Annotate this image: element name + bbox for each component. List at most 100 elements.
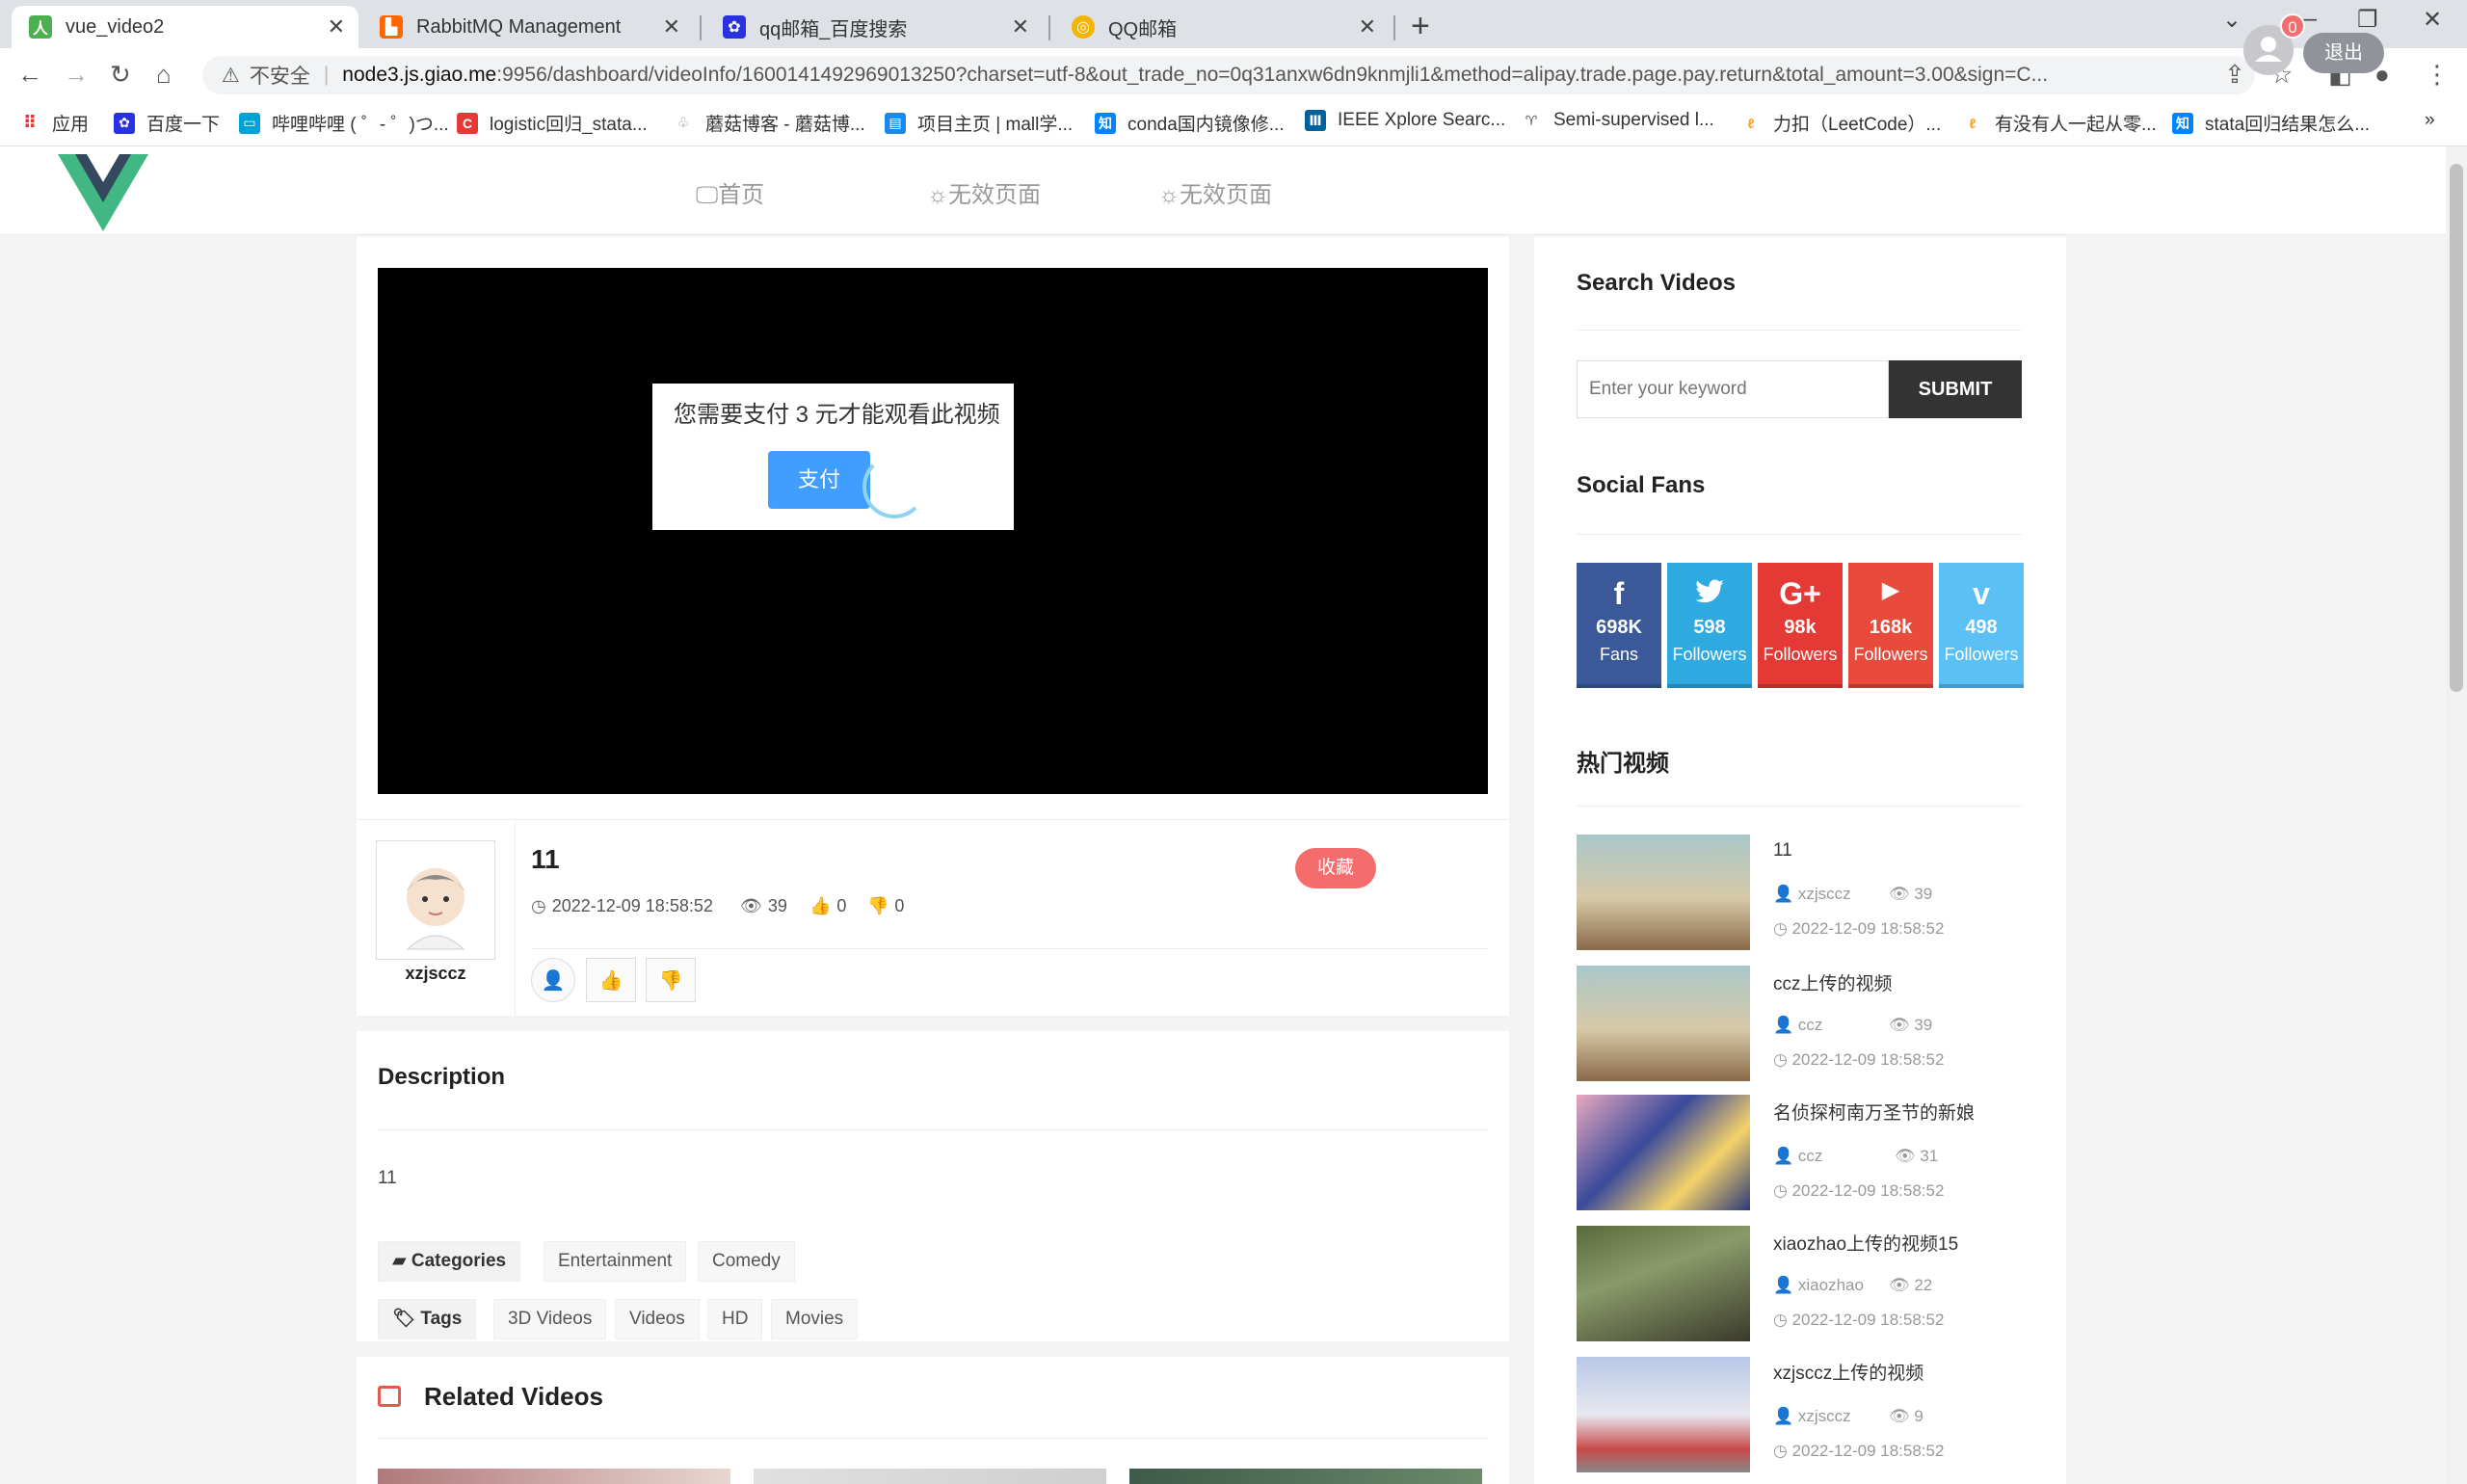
menu-kebab-icon[interactable]: ⋮ [2425,60,2450,90]
dislike-button[interactable]: 👎 [646,958,696,1002]
browser-tab-rabbitmq[interactable]: ▙ RabbitMQ Management ✕ [362,6,694,48]
uploader-avatar[interactable] [376,840,495,960]
tag-chip[interactable]: Videos [615,1299,700,1339]
bookmark-mall[interactable]: ▤ 项目主页 | mall学... [885,110,1073,136]
share-icon[interactable]: ⇪ [2224,60,2245,90]
search-input[interactable] [1577,360,1889,418]
bookmark-ieee[interactable]: Ⅲ IEEE Xplore Searc... [1305,110,1505,131]
browser-tab-qq-mail[interactable]: ◎ QQ邮箱 ✕ [1054,6,1390,48]
related-video-thumbnail[interactable] [1129,1469,1482,1484]
tab-separator [1048,15,1050,40]
social-youtube[interactable]: ▶ 168k Followers [1848,563,1933,688]
tag-chip[interactable]: HD [707,1299,763,1339]
hot-video-date: ◷ 2022-12-09 18:58:52 [1773,919,1944,939]
clock-icon: ◷ [1773,1181,1792,1200]
url-field[interactable]: ⚠ 不安全 | node3.js.giao.me:9956/dashboard/… [202,56,2255,94]
bookmark-label: 项目主页 | mall学... [917,115,1074,135]
nav-home[interactable]: 🖵首页 [696,175,764,209]
collect-button[interactable]: 收藏 [1295,848,1376,888]
social-facebook[interactable]: f 698K Fans [1577,563,1661,688]
reload-icon[interactable]: ↻ [110,60,131,90]
uploader-name[interactable]: xzjsccz [378,964,493,984]
bookmark-label: Semi-supervised l... [1553,110,1714,130]
eye-icon: 👁 [1895,1147,1921,1165]
hot-video-date: ◷ 2022-12-09 18:58:52 [1773,1442,1944,1461]
like-button[interactable]: 👍 [586,958,636,1002]
social-label: Followers [1944,645,2019,664]
back-icon[interactable]: ← [17,60,42,90]
user-icon: 👤 [1773,1407,1798,1425]
loading-spinner-icon [862,455,926,518]
video-player[interactable] [378,268,1488,794]
bookmark-bilibili[interactable]: ▭ 哔哩哔哩 ( ゜- ゜)つ... [239,110,449,136]
nav-invalid-page-1[interactable]: ☼无效页面 [927,175,1041,209]
restore-icon[interactable]: ❐ [2357,6,2378,34]
follow-button[interactable]: 👤 [531,958,575,1002]
more-bookmarks-icon[interactable]: » [2425,110,2435,131]
social-vimeo[interactable]: v 498 Followers [1939,563,2024,688]
bookmark-baidu[interactable]: ✿ 百度一下 [114,110,220,136]
submit-button[interactable]: SUBMIT [1889,360,2022,418]
browser-tab-vue-video2[interactable]: 人 vue_video2 ✕ [12,6,358,48]
hot-video-thumbnail[interactable] [1577,966,1750,1081]
bookmark-logistic[interactable]: C logistic回归_stata... [457,110,648,136]
bookmarks-bar: ⠿ 应用 ✿ 百度一下 ▭ 哔哩哔哩 ( ゜- ゜)つ... C logisti… [0,102,2467,146]
related-video-thumbnail[interactable] [378,1469,730,1484]
hot-video-title[interactable]: xzjsccz上传的视频 [1773,1359,1923,1385]
url-separator: | [323,64,330,86]
tab-title: QQ邮箱 [1108,18,1178,40]
address-bar-row: ← → ↻ ⌂ ⚠ 不安全 | node3.js.giao.me:9956/da… [0,48,2467,102]
bookmark-apps[interactable]: ⠿ 应用 [19,110,89,136]
bookmark-leetcode[interactable]: ℓ 力扣（LeetCode）... [1740,110,1942,136]
logout-button[interactable]: 退出 [2303,33,2384,73]
category-chip[interactable]: Entertainment [544,1241,687,1282]
user-icon: 👤 [1773,885,1798,903]
youtube-icon: ▶ [1881,577,1900,603]
bookmark-stata[interactable]: 知 stata回归结果怎么... [2172,110,2370,136]
new-tab-icon[interactable]: + [1411,8,1430,45]
hot-video-title[interactable]: 11 [1773,840,1792,861]
hot-video-views: 👁 22 [1889,1276,1932,1295]
category-chip[interactable]: Comedy [698,1241,795,1282]
close-tab-icon[interactable]: ✕ [1012,14,1029,40]
categories-label: ▰ Categories [378,1241,521,1282]
tag-chip[interactable]: Movies [771,1299,859,1339]
close-window-icon[interactable]: ✕ [2423,6,2442,34]
bookmark-mogu[interactable]: ♧ 蘑菇博客 - 蘑菇博... [673,110,865,136]
bookmark-conda[interactable]: 知 conda国内镜像修... [1095,110,1285,136]
folder-icon: ▰ [392,1251,411,1271]
tag-chip[interactable]: 3D Videos [493,1299,607,1339]
hot-video-thumbnail[interactable] [1577,835,1750,950]
date-text: 2022-12-09 18:58:52 [551,896,713,915]
views-text: 31 [1920,1147,1939,1165]
social-twitter[interactable]: 598 Followers [1667,563,1752,688]
hot-video-thumbnail[interactable] [1577,1226,1750,1341]
nav-label: 无效页面 [1180,182,1272,208]
facebook-icon: f [1613,576,1625,611]
vue-logo[interactable] [58,154,148,231]
hot-video-title[interactable]: ccz上传的视频 [1773,969,1893,995]
close-tab-icon[interactable]: ✕ [663,14,680,40]
forward-icon[interactable]: → [64,60,89,90]
description-panel [357,1031,1509,1341]
close-tab-icon[interactable]: ✕ [1359,14,1376,40]
description-text: 11 [378,1168,397,1188]
related-video-thumbnail[interactable] [754,1469,1106,1484]
social-google-plus[interactable]: G+ 98k Followers [1758,563,1843,688]
browser-tab-baidu-search[interactable]: ✿ qq邮箱_百度搜索 ✕ [705,6,1043,48]
hot-video-thumbnail[interactable] [1577,1357,1750,1472]
site-header: 🖵首页 ☼无效页面 ☼无效页面 [0,146,2446,235]
bookmark-semi-supervised[interactable]: ♈ Semi-supervised l... [1521,110,1714,131]
home-icon[interactable]: ⌂ [156,60,172,90]
bookmark-leetcode-2[interactable]: ℓ 有没有人一起从零... [1962,110,2157,136]
insecure-label: 不安全 [249,66,310,88]
tab-search-icon[interactable]: ⌄ [2222,6,2242,34]
hot-video-title[interactable]: xiaozhao上传的视频15 [1773,1230,1958,1256]
pay-button[interactable]: 支付 [768,451,870,509]
close-tab-icon[interactable]: ✕ [328,14,345,40]
scrollbar-thumb[interactable] [2450,164,2463,692]
hot-video-title[interactable]: 名侦探柯南万圣节的新娘 [1773,1099,1975,1125]
ieee-icon: Ⅲ [1305,110,1326,131]
hot-video-thumbnail[interactable] [1577,1095,1750,1210]
nav-invalid-page-2[interactable]: ☼无效页面 [1158,175,1272,209]
